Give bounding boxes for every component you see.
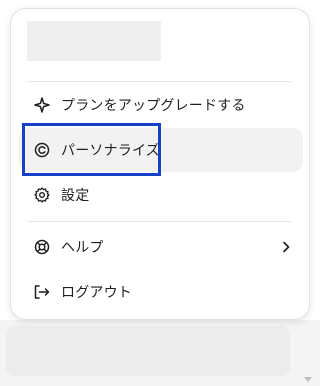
menu-divider [27,81,291,82]
backdrop-panel [6,326,290,376]
menu-item-upgrade-plan[interactable]: プランをアップグレードする [19,83,303,127]
chevron-right-icon [277,238,295,256]
menu-item-settings[interactable]: 設定 [19,173,303,217]
gear-icon [33,186,51,204]
account-info-placeholder [27,21,161,61]
menu-item-label: ヘルプ [61,240,104,256]
scroll-down-icon[interactable] [304,377,312,382]
menu-divider [27,221,291,222]
menu-item-label: 設定 [61,188,90,204]
menu-item-label: ログアウト [61,285,132,301]
menu-item-logout[interactable]: ログアウト [19,270,303,314]
sparkle-icon [33,96,51,114]
menu-item-help[interactable]: ヘルプ [19,225,303,269]
menu-item-label: プランをアップグレードする [61,98,246,114]
lifebuoy-icon [33,238,51,256]
highlight-annotation [22,123,161,176]
logout-icon [33,283,51,301]
